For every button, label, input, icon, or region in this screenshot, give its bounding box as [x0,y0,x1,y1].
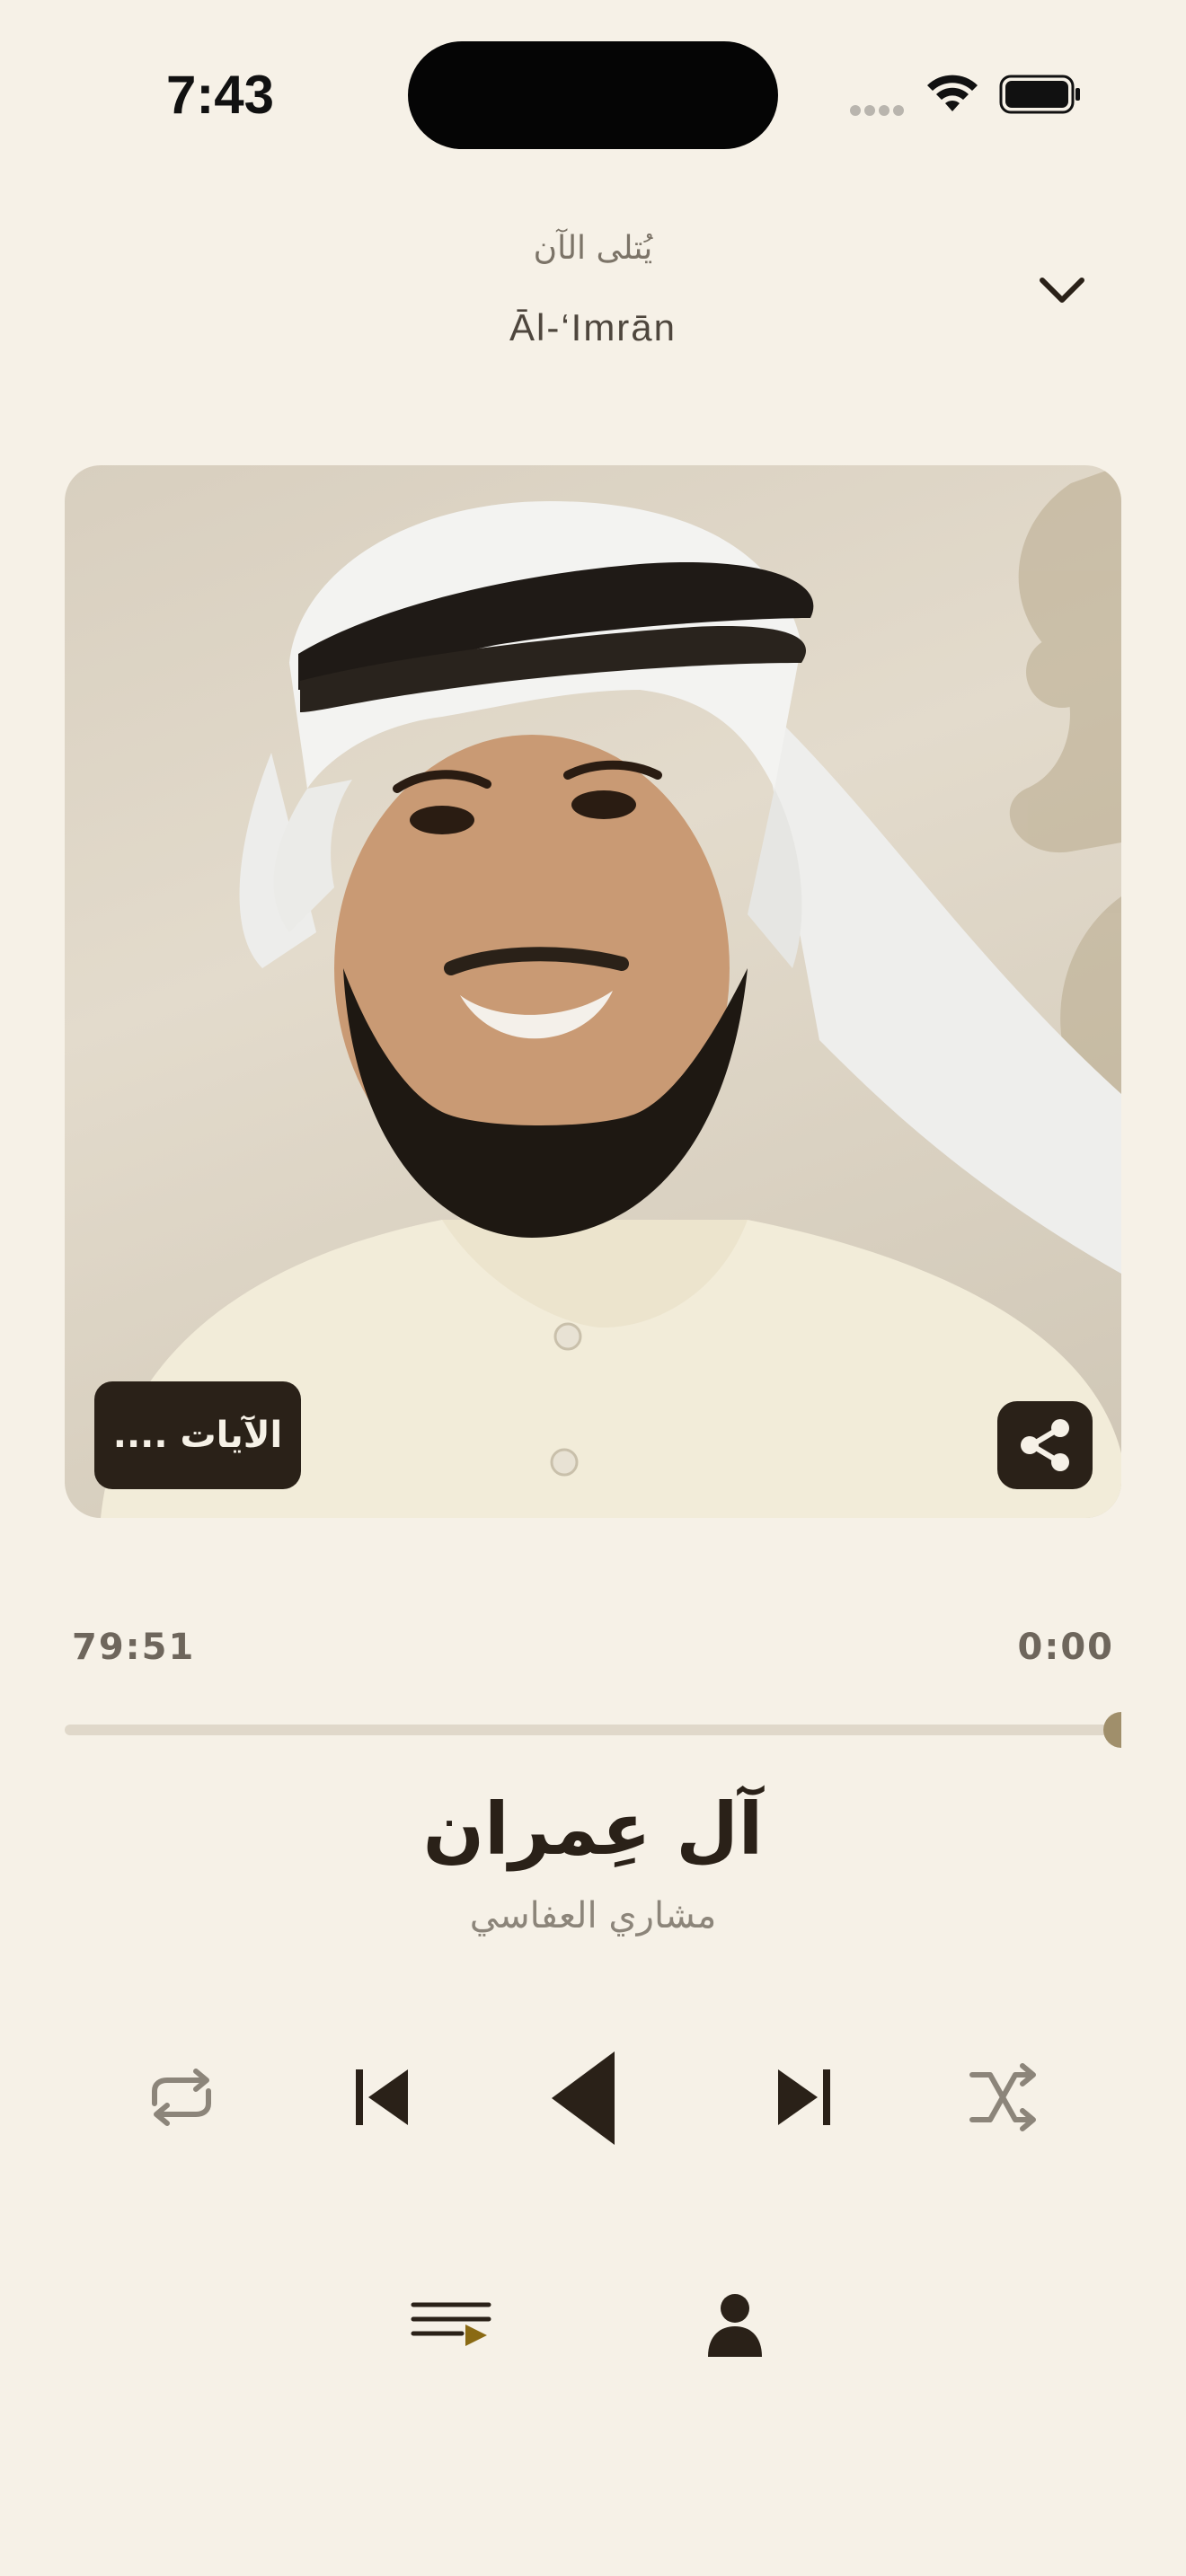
share-button[interactable] [997,1401,1093,1489]
skip-previous-icon[interactable] [336,2057,426,2138]
shuffle-icon[interactable] [958,2057,1048,2138]
share-icon [1021,1419,1069,1471]
elapsed-time: 0:00 [1017,1627,1114,1668]
cellular-signal-icon [850,102,909,117]
status-time: 7:43 [165,65,275,125]
reciter-artwork [65,465,1121,1518]
battery-icon [999,75,1080,114]
dynamic-island [408,41,778,149]
reciter-portrait [101,465,1121,1518]
progress-thumb-clip [0,1698,1121,1769]
verses-button[interactable]: الآيات .... [94,1381,301,1489]
play-icon[interactable] [534,2035,651,2161]
now-playing-label: يُتلى الآن [533,230,653,267]
person-icon[interactable] [690,2289,780,2360]
reciter-name: مشاري العفاسي [469,1895,717,1936]
repeat-icon[interactable] [137,2057,226,2138]
surah-transliteration: Āl-‘Imrān [509,306,677,348]
track-title: آل عِمران [422,1787,764,1871]
chevron-down-icon[interactable] [1037,271,1087,311]
queue-icon[interactable] [406,2287,496,2359]
wifi-icon [927,75,978,111]
progress-thumb[interactable] [1103,1712,1121,1748]
total-duration: 79:51 [72,1627,196,1668]
skip-next-icon[interactable] [760,2057,850,2138]
